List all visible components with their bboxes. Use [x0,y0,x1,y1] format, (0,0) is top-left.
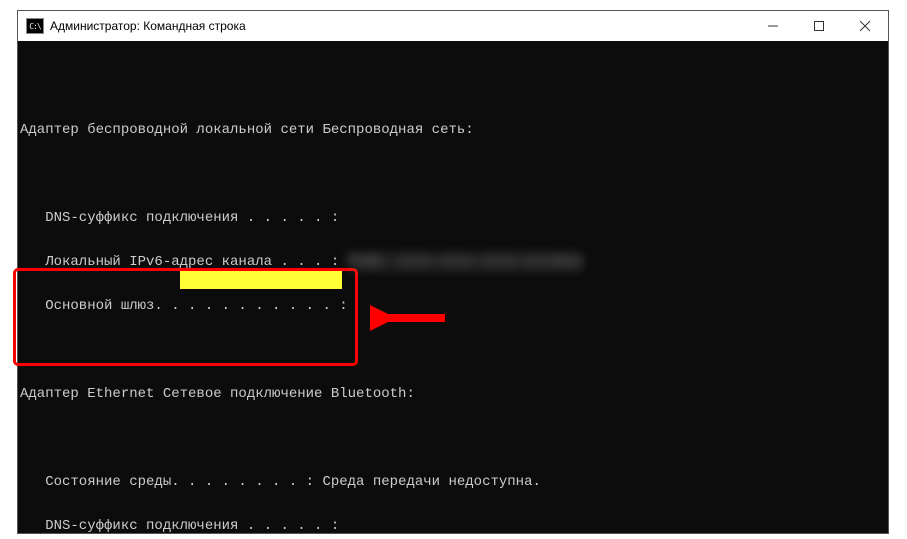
console-area[interactable]: Адаптер беспроводной локальной сети Бесп… [18,41,888,533]
titlebar[interactable]: C:\ Администратор: Командная строка [18,11,888,42]
output-line [20,163,888,185]
title-left: C:\ Администратор: Командная строка [18,18,246,34]
output-line: Адаптер Ethernet Сетевое подключение Blu… [20,383,888,405]
cmd-icon: C:\ [26,18,44,34]
output-line: Адаптер беспроводной локальной сети Бесп… [20,119,888,141]
maximize-button[interactable] [796,11,842,41]
close-button[interactable] [842,11,888,41]
cmd-window: C:\ Администратор: Командная строка Адап… [17,10,889,534]
output-line: DNS-суффикс подключения . . . . . : [20,207,888,229]
output-line [20,339,888,361]
minimize-button[interactable] [750,11,796,41]
ipv6-obscured: fe80::xxxx:xxxx:xxxx:xxxx%xx [348,251,583,273]
output-line: Основной шлюз. . . . . . . . . . . : [20,295,888,317]
output-line [20,427,888,449]
output-line: Локальный IPv6-адрес канала . . . : fe80… [20,251,888,273]
window-controls [750,11,888,41]
output-line: Состояние среды. . . . . . . . : Среда п… [20,471,888,493]
window-title: Администратор: Командная строка [50,19,246,33]
output-line: DNS-суффикс подключения . . . . . : [20,515,888,533]
